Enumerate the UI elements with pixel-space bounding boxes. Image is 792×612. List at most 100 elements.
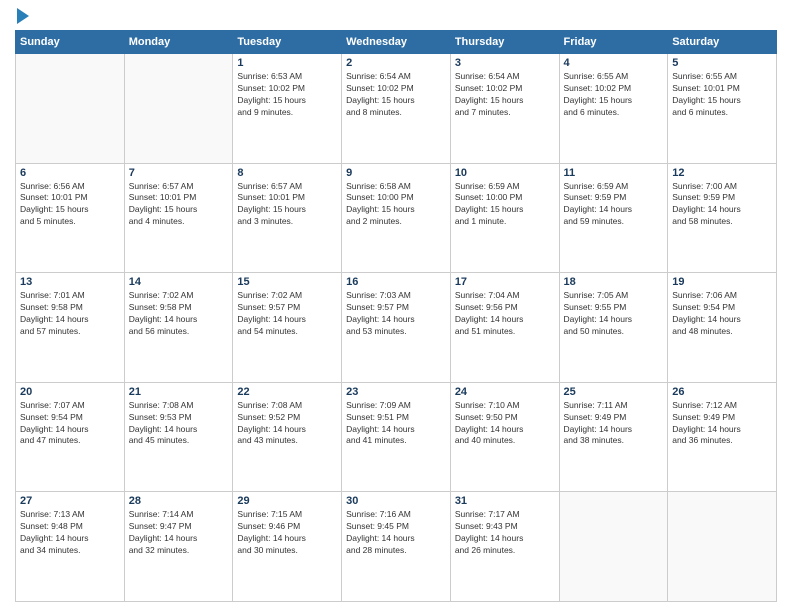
- day-number: 19: [672, 276, 772, 288]
- day-info: Sunrise: 7:00 AM Sunset: 9:59 PM Dayligh…: [672, 181, 772, 229]
- calendar-cell: 6 Sunrise: 6:56 AM Sunset: 10:01 PM Dayli…: [16, 163, 125, 273]
- calendar-header-row: Sunday Monday Tuesday Wednesday Thursday…: [16, 31, 777, 54]
- calendar-cell: 19 Sunrise: 7:06 AM Sunset: 9:54 PM Dayli…: [668, 273, 777, 383]
- day-info: Sunrise: 7:03 AM Sunset: 9:57 PM Dayligh…: [346, 290, 446, 338]
- day-info: Sunrise: 7:13 AM Sunset: 9:48 PM Dayligh…: [20, 509, 120, 557]
- day-info: Sunrise: 7:08 AM Sunset: 9:52 PM Dayligh…: [237, 400, 337, 448]
- day-number: 27: [20, 495, 120, 507]
- calendar-cell: 7 Sunrise: 6:57 AM Sunset: 10:01 PM Dayli…: [124, 163, 233, 273]
- calendar-cell: 3Sunrise: 6:54 AM Sunset: 10:02 PM Dayli…: [450, 54, 559, 164]
- header: [15, 10, 777, 24]
- day-number: 25: [564, 386, 664, 398]
- calendar-cell: [668, 492, 777, 602]
- calendar-cell: 1 Sunrise: 6:53 AM Sunset: 10:02 PM Dayli…: [233, 54, 342, 164]
- calendar-cell: 17Sunrise: 7:04 AM Sunset: 9:56 PM Dayli…: [450, 273, 559, 383]
- day-info: Sunrise: 6:55 AM Sunset: 10:02 PM Daylig…: [564, 71, 664, 119]
- day-number: 31: [455, 495, 555, 507]
- col-friday: Friday: [559, 31, 668, 54]
- day-info: Sunrise: 6:55 AM Sunset: 10:01 PM Daylig…: [672, 71, 772, 119]
- calendar-week-5: 27 Sunrise: 7:13 AM Sunset: 9:48 PM Dayli…: [16, 492, 777, 602]
- day-number: 9: [346, 167, 446, 179]
- col-saturday: Saturday: [668, 31, 777, 54]
- calendar-cell: 12Sunrise: 7:00 AM Sunset: 9:59 PM Dayli…: [668, 163, 777, 273]
- calendar-cell: [559, 492, 668, 602]
- day-number: 4: [564, 57, 664, 69]
- day-number: 15: [237, 276, 337, 288]
- logo-arrow-icon: [17, 8, 29, 24]
- day-number: 23: [346, 386, 446, 398]
- calendar-cell: 14Sunrise: 7:02 AM Sunset: 9:58 PM Dayli…: [124, 273, 233, 383]
- col-wednesday: Wednesday: [342, 31, 451, 54]
- day-number: 20: [20, 386, 120, 398]
- calendar-cell: 18 Sunrise: 7:05 AM Sunset: 9:55 PM Dayli…: [559, 273, 668, 383]
- calendar-cell: 29Sunrise: 7:15 AM Sunset: 9:46 PM Dayli…: [233, 492, 342, 602]
- day-info: Sunrise: 7:04 AM Sunset: 9:56 PM Dayligh…: [455, 290, 555, 338]
- day-info: Sunrise: 6:57 AM Sunset: 10:01 PM Daylig…: [129, 181, 229, 229]
- calendar-cell: 22 Sunrise: 7:08 AM Sunset: 9:52 PM Dayli…: [233, 382, 342, 492]
- day-info: Sunrise: 7:16 AM Sunset: 9:45 PM Dayligh…: [346, 509, 446, 557]
- calendar-cell: 26 Sunrise: 7:12 AM Sunset: 9:49 PM Dayli…: [668, 382, 777, 492]
- day-number: 18: [564, 276, 664, 288]
- col-tuesday: Tuesday: [233, 31, 342, 54]
- day-info: Sunrise: 6:53 AM Sunset: 10:02 PM Daylig…: [237, 71, 337, 119]
- day-info: Sunrise: 7:08 AM Sunset: 9:53 PM Dayligh…: [129, 400, 229, 448]
- day-number: 5: [672, 57, 772, 69]
- day-number: 22: [237, 386, 337, 398]
- day-number: 1: [237, 57, 337, 69]
- day-number: 24: [455, 386, 555, 398]
- calendar-cell: 31 Sunrise: 7:17 AM Sunset: 9:43 PM Dayli…: [450, 492, 559, 602]
- day-number: 7: [129, 167, 229, 179]
- day-info: Sunrise: 7:07 AM Sunset: 9:54 PM Dayligh…: [20, 400, 120, 448]
- calendar-week-3: 13 Sunrise: 7:01 AM Sunset: 9:58 PM Dayli…: [16, 273, 777, 383]
- day-info: Sunrise: 7:01 AM Sunset: 9:58 PM Dayligh…: [20, 290, 120, 338]
- page: Sunday Monday Tuesday Wednesday Thursday…: [0, 0, 792, 612]
- day-info: Sunrise: 7:02 AM Sunset: 9:57 PM Dayligh…: [237, 290, 337, 338]
- day-number: 8: [237, 167, 337, 179]
- calendar-cell: 8Sunrise: 6:57 AM Sunset: 10:01 PM Dayli…: [233, 163, 342, 273]
- col-thursday: Thursday: [450, 31, 559, 54]
- day-info: Sunrise: 7:17 AM Sunset: 9:43 PM Dayligh…: [455, 509, 555, 557]
- day-number: 10: [455, 167, 555, 179]
- day-number: 6: [20, 167, 120, 179]
- calendar-cell: 15 Sunrise: 7:02 AM Sunset: 9:57 PM Dayli…: [233, 273, 342, 383]
- calendar-cell: 24Sunrise: 7:10 AM Sunset: 9:50 PM Dayli…: [450, 382, 559, 492]
- calendar-cell: 10 Sunrise: 6:59 AM Sunset: 10:00 PM Dayl…: [450, 163, 559, 273]
- day-info: Sunrise: 7:14 AM Sunset: 9:47 PM Dayligh…: [129, 509, 229, 557]
- calendar-cell: 21 Sunrise: 7:08 AM Sunset: 9:53 PM Dayli…: [124, 382, 233, 492]
- calendar-cell: 9 Sunrise: 6:58 AM Sunset: 10:00 PM Dayli…: [342, 163, 451, 273]
- calendar-cell: 20 Sunrise: 7:07 AM Sunset: 9:54 PM Dayli…: [16, 382, 125, 492]
- day-info: Sunrise: 7:06 AM Sunset: 9:54 PM Dayligh…: [672, 290, 772, 338]
- calendar-cell: 30 Sunrise: 7:16 AM Sunset: 9:45 PM Dayli…: [342, 492, 451, 602]
- calendar-table: Sunday Monday Tuesday Wednesday Thursday…: [15, 30, 777, 602]
- day-number: 29: [237, 495, 337, 507]
- calendar-week-4: 20 Sunrise: 7:07 AM Sunset: 9:54 PM Dayli…: [16, 382, 777, 492]
- calendar-cell: 13 Sunrise: 7:01 AM Sunset: 9:58 PM Dayli…: [16, 273, 125, 383]
- day-info: Sunrise: 6:59 AM Sunset: 9:59 PM Dayligh…: [564, 181, 664, 229]
- col-sunday: Sunday: [16, 31, 125, 54]
- day-number: 30: [346, 495, 446, 507]
- calendar-cell: 2Sunrise: 6:54 AM Sunset: 10:02 PM Dayli…: [342, 54, 451, 164]
- calendar-cell: 4 Sunrise: 6:55 AM Sunset: 10:02 PM Dayli…: [559, 54, 668, 164]
- day-info: Sunrise: 6:59 AM Sunset: 10:00 PM Daylig…: [455, 181, 555, 229]
- day-info: Sunrise: 7:05 AM Sunset: 9:55 PM Dayligh…: [564, 290, 664, 338]
- calendar-cell: 5 Sunrise: 6:55 AM Sunset: 10:01 PM Dayli…: [668, 54, 777, 164]
- day-info: Sunrise: 6:56 AM Sunset: 10:01 PM Daylig…: [20, 181, 120, 229]
- calendar-cell: [16, 54, 125, 164]
- day-number: 16: [346, 276, 446, 288]
- calendar-cell: 23Sunrise: 7:09 AM Sunset: 9:51 PM Dayli…: [342, 382, 451, 492]
- day-info: Sunrise: 7:12 AM Sunset: 9:49 PM Dayligh…: [672, 400, 772, 448]
- calendar-week-1: 1 Sunrise: 6:53 AM Sunset: 10:02 PM Dayli…: [16, 54, 777, 164]
- day-number: 14: [129, 276, 229, 288]
- day-info: Sunrise: 7:11 AM Sunset: 9:49 PM Dayligh…: [564, 400, 664, 448]
- day-info: Sunrise: 6:58 AM Sunset: 10:00 PM Daylig…: [346, 181, 446, 229]
- day-number: 26: [672, 386, 772, 398]
- day-number: 21: [129, 386, 229, 398]
- logo: [15, 10, 29, 24]
- calendar-cell: 11 Sunrise: 6:59 AM Sunset: 9:59 PM Dayli…: [559, 163, 668, 273]
- calendar-cell: 27 Sunrise: 7:13 AM Sunset: 9:48 PM Dayli…: [16, 492, 125, 602]
- day-info: Sunrise: 6:54 AM Sunset: 10:02 PM Daylig…: [346, 71, 446, 119]
- day-number: 11: [564, 167, 664, 179]
- day-number: 13: [20, 276, 120, 288]
- calendar-cell: 28Sunrise: 7:14 AM Sunset: 9:47 PM Dayli…: [124, 492, 233, 602]
- calendar-cell: 16 Sunrise: 7:03 AM Sunset: 9:57 PM Dayli…: [342, 273, 451, 383]
